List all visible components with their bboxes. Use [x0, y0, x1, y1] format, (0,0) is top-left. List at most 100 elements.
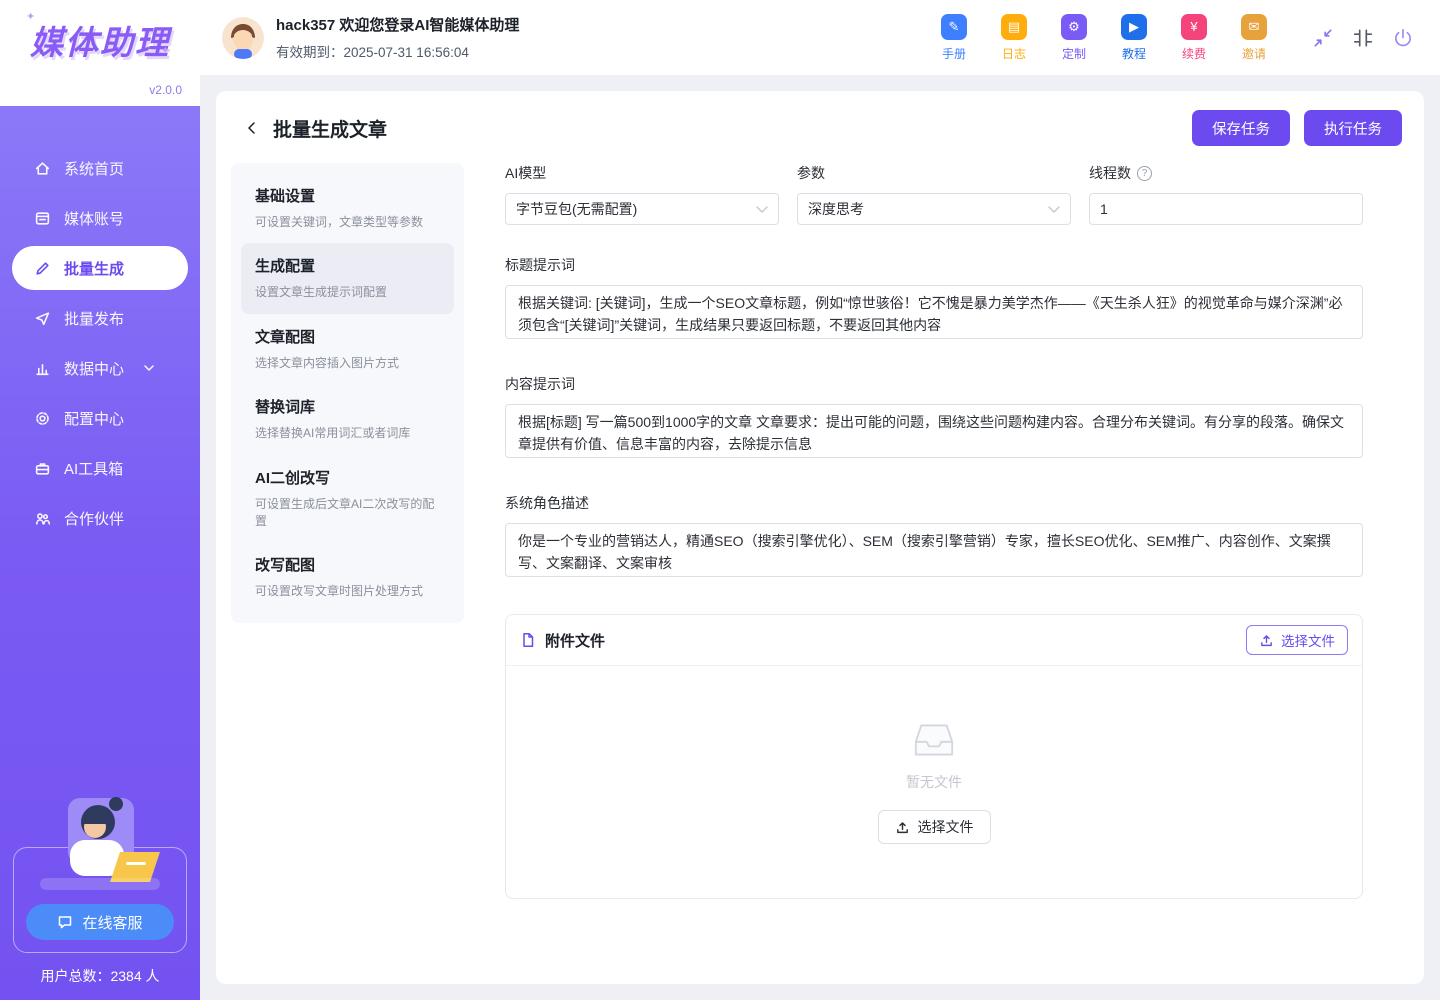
- sidebar-item-home[interactable]: 系统首页: [12, 146, 188, 190]
- choose-file-label: 选择文件: [918, 817, 974, 837]
- quick-link-tutorial[interactable]: ▶ 教程: [1116, 14, 1152, 62]
- sidebar-item-ai-toolbox[interactable]: AI工具箱: [12, 446, 188, 490]
- title-prompt-label: 标题提示词: [505, 255, 1363, 275]
- sidebar: 系统首页 媒体账号 批量生成 批量发布 数据中心 配置中心 AI工具箱: [0, 0, 200, 1000]
- sidebar-item-label: 数据中心: [64, 358, 124, 379]
- role-prompt-textarea[interactable]: [505, 523, 1363, 577]
- chevron-down-icon: [144, 365, 154, 371]
- content-card: 批量生成文章 保存任务 执行任务 基础设置 可设置关键词，文章类型等参数 生成配…: [216, 91, 1424, 984]
- panel-toggle-icon[interactable]: [1352, 27, 1374, 49]
- logs-icon: ▤: [1001, 14, 1027, 40]
- manual-icon: ✎: [941, 14, 967, 40]
- step-title: AI二创改写: [255, 467, 440, 488]
- sidebar-item-batch-publish[interactable]: 批量发布: [12, 296, 188, 340]
- main-area: 批量生成文章 保存任务 执行任务 基础设置 可设置关键词，文章类型等参数 生成配…: [200, 75, 1440, 1000]
- step-rewrite-images[interactable]: 改写配图 可设置改写文章时图片处理方式: [241, 542, 454, 612]
- params-value: 深度思考: [808, 199, 864, 219]
- empty-inbox-icon: [908, 720, 960, 760]
- back-chevron-icon: [244, 120, 260, 136]
- ai-model-select[interactable]: 字节豆包(无需配置): [505, 193, 779, 225]
- sparkle-icon: ✦: [161, 44, 170, 57]
- users-total: 用户总数：2384 人: [0, 966, 200, 986]
- step-title: 生成配置: [255, 255, 440, 276]
- quick-link-logs[interactable]: ▤ 日志: [996, 14, 1032, 62]
- step-title: 基础设置: [255, 185, 440, 206]
- custom-icon: ⚙: [1061, 14, 1087, 40]
- online-support-label: 在线客服: [82, 912, 142, 933]
- chat-icon: [57, 914, 73, 930]
- step-desc: 可设置生成后文章AI二次改写的配置: [255, 496, 440, 531]
- ai-model-label: AI模型: [505, 163, 779, 183]
- title-prompt-textarea[interactable]: [505, 285, 1363, 339]
- quick-link-manual[interactable]: ✎ 手册: [936, 14, 972, 62]
- logo-card: ✦ 媒体助理 ✦ v2.0.0: [0, 0, 200, 106]
- sidebar-item-label: 批量生成: [64, 258, 124, 279]
- attachments-header: 附件文件 选择文件: [506, 615, 1362, 666]
- step-desc: 可设置改写文章时图片处理方式: [255, 583, 440, 600]
- step-generate-config[interactable]: 生成配置 设置文章生成提示词配置: [241, 243, 454, 313]
- account-card-icon: [34, 210, 51, 227]
- step-desc: 选择替换AI常用词汇或者词库: [255, 425, 440, 442]
- choose-file-button[interactable]: 选择文件: [1246, 625, 1348, 655]
- choose-file-label: 选择文件: [1281, 630, 1335, 650]
- sidebar-item-data-center[interactable]: 数据中心: [12, 346, 188, 390]
- content-prompt-label: 内容提示词: [505, 374, 1363, 394]
- exit-fullscreen-icon[interactable]: [1312, 27, 1334, 49]
- threads-label: 线程数 ?: [1089, 163, 1363, 183]
- sidebar-menu: 系统首页 媒体账号 批量生成 批量发布 数据中心 配置中心 AI工具箱: [0, 146, 200, 546]
- support-card: 在线客服: [13, 847, 187, 953]
- chevron-down-icon: [756, 206, 768, 213]
- step-article-images[interactable]: 文章配图 选择文章内容插入图片方式: [241, 314, 454, 384]
- step-replace-words[interactable]: 替换词库 选择替换AI常用词汇或者词库: [241, 384, 454, 454]
- quick-link-label: 邀请: [1242, 45, 1266, 62]
- invite-icon: ✉: [1241, 14, 1267, 40]
- app-version: v2.0.0: [149, 83, 182, 97]
- run-task-button[interactable]: 执行任务: [1304, 110, 1402, 146]
- sidebar-item-label: 系统首页: [64, 158, 124, 179]
- step-basic-settings[interactable]: 基础设置 可设置关键词，文章类型等参数: [241, 173, 454, 243]
- choose-file-button-empty[interactable]: 选择文件: [878, 810, 991, 844]
- params-select[interactable]: 深度思考: [797, 193, 1071, 225]
- sidebar-item-batch-generate[interactable]: 批量生成: [12, 246, 188, 290]
- help-icon[interactable]: ?: [1137, 166, 1152, 181]
- generate-config-form: AI模型 字节豆包(无需配置) 参数 深度思考: [505, 163, 1404, 899]
- quick-links: ✎ 手册 ▤ 日志 ⚙ 定制 ▶ 教程 ¥ 续费 ✉ 邀请: [936, 14, 1272, 62]
- sidebar-item-label: 合作伙伴: [64, 508, 124, 529]
- sidebar-item-partners[interactable]: 合作伙伴: [12, 496, 188, 540]
- power-icon[interactable]: [1392, 27, 1414, 49]
- empty-files-text: 暂无文件: [906, 772, 962, 792]
- gear-icon: [34, 410, 51, 427]
- user-avatar[interactable]: [222, 17, 264, 59]
- step-desc: 可设置关键词，文章类型等参数: [255, 214, 440, 231]
- sidebar-item-config-center[interactable]: 配置中心: [12, 396, 188, 440]
- top-header: hack357 欢迎您登录AI智能媒体助理 有效期到：2025-07-31 16…: [200, 0, 1440, 75]
- attachments-empty-state: 暂无文件 选择文件: [506, 666, 1362, 898]
- document-icon: [520, 632, 536, 648]
- quick-link-invite[interactable]: ✉ 邀请: [1236, 14, 1272, 62]
- step-title: 替换词库: [255, 396, 440, 417]
- upload-icon: [1259, 633, 1274, 648]
- welcome-text: hack357 欢迎您登录AI智能媒体助理: [276, 14, 519, 35]
- quick-link-label: 续费: [1182, 45, 1206, 62]
- quick-link-label: 手册: [942, 45, 966, 62]
- sidebar-item-label: 批量发布: [64, 308, 124, 329]
- back-button[interactable]: [239, 115, 265, 141]
- expiry-text: 有效期到：2025-07-31 16:56:04: [276, 41, 519, 61]
- app-logo[interactable]: 媒体助理: [0, 16, 200, 64]
- step-title: 文章配图: [255, 326, 440, 347]
- quick-link-custom[interactable]: ⚙ 定制: [1056, 14, 1092, 62]
- page-header: 批量生成文章 保存任务 执行任务: [239, 109, 1402, 147]
- quick-link-label: 定制: [1062, 45, 1086, 62]
- threads-input[interactable]: [1089, 193, 1363, 225]
- quick-link-label: 日志: [1002, 45, 1026, 62]
- page-title: 批量生成文章: [273, 115, 387, 142]
- step-ai-rewrite[interactable]: AI二创改写 可设置生成后文章AI二次改写的配置: [241, 455, 454, 543]
- sidebar-item-media-accounts[interactable]: 媒体账号: [12, 196, 188, 240]
- content-prompt-textarea[interactable]: [505, 404, 1363, 458]
- quick-link-label: 教程: [1122, 45, 1146, 62]
- quick-link-renew[interactable]: ¥ 续费: [1176, 14, 1212, 62]
- send-icon: [34, 310, 51, 327]
- ai-model-value: 字节豆包(无需配置): [516, 199, 637, 219]
- online-support-button[interactable]: 在线客服: [26, 904, 174, 940]
- save-task-button[interactable]: 保存任务: [1192, 110, 1290, 146]
